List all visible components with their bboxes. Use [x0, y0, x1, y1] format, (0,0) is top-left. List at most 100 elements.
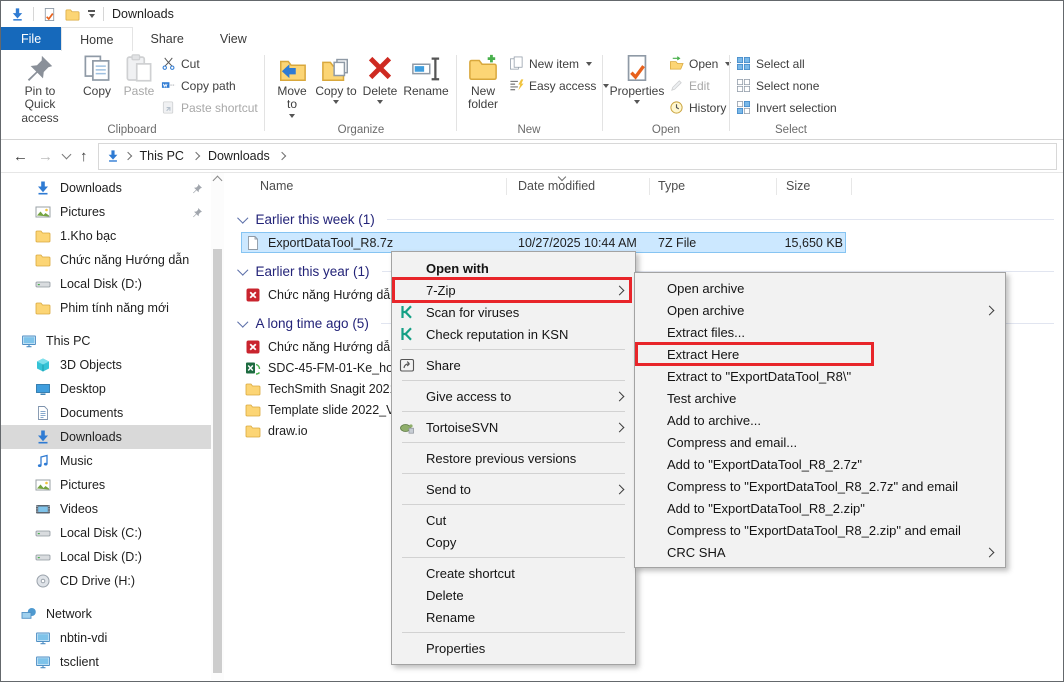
sidebar-item[interactable]: Network — [1, 602, 211, 626]
copy-to-button[interactable]: Copy to — [315, 53, 357, 104]
menu-item[interactable]: Share — [392, 354, 635, 376]
up-button[interactable]: ↑ — [80, 149, 88, 164]
menu-item[interactable]: Open with — [392, 257, 635, 279]
menu-item[interactable]: 7-Zip — [392, 279, 635, 301]
menu-item[interactable]: TortoiseSVN — [392, 416, 635, 438]
properties-button[interactable]: Properties — [609, 53, 665, 104]
menu-item[interactable]: Scan for viruses — [392, 301, 635, 323]
pin-to-quick-access-button[interactable]: Pin to Quick access — [9, 53, 71, 125]
file-row[interactable]: ExportDataTool_R8.7z 10/27/2025 10:44 AM… — [241, 232, 846, 253]
tab-home[interactable]: Home — [61, 27, 132, 51]
tab-share[interactable]: Share — [133, 27, 202, 50]
menu-item[interactable]: Restore previous versions — [392, 447, 635, 469]
menu-item[interactable] — [392, 469, 635, 478]
sidebar-item[interactable]: Phim tính năng mới — [1, 296, 211, 320]
new-folder-quick-access-icon[interactable] — [65, 7, 80, 22]
copy-path-button[interactable]: Copy path — [161, 75, 236, 96]
delete-button[interactable]: Delete — [359, 53, 401, 104]
breadcrumb-item-this-pc[interactable]: This PC — [136, 149, 188, 163]
sidebar-item[interactable]: Chức năng Hướng dẫn — [1, 248, 211, 272]
chevron-down-icon[interactable] — [237, 264, 248, 275]
menu-item[interactable]: Add to "ExportDataTool_R8_2.zip" — [635, 497, 1005, 519]
menu-item[interactable]: Rename — [392, 606, 635, 628]
divider[interactable] — [649, 178, 650, 195]
new-folder-button[interactable]: New folder — [461, 53, 505, 112]
menu-item[interactable] — [392, 376, 635, 385]
sidebar-item[interactable]: tsclient — [1, 650, 211, 674]
divider[interactable] — [506, 178, 507, 195]
open-button[interactable]: Open — [669, 53, 731, 74]
sidebar-scrollbar[interactable] — [211, 173, 224, 680]
menu-item[interactable] — [392, 628, 635, 637]
menu-item[interactable]: Delete — [392, 584, 635, 606]
menu-item[interactable]: Cut — [392, 509, 635, 531]
menu-item[interactable]: Compress to "ExportDataTool_R8_2.7z" and… — [635, 475, 1005, 497]
properties-quick-access-icon[interactable] — [42, 7, 57, 22]
chevron-down-icon[interactable] — [237, 316, 248, 327]
select-none-button[interactable]: Select none — [736, 75, 819, 96]
menu-item[interactable] — [392, 345, 635, 354]
sidebar-item[interactable]: Downloads — [1, 176, 211, 200]
sidebar-item[interactable]: Pictures — [1, 473, 211, 497]
sidebar-item[interactable]: Videos — [1, 497, 211, 521]
sidebar-item[interactable]: Local Disk (D:) — [1, 545, 211, 569]
sidebar-item[interactable]: Desktop — [1, 377, 211, 401]
sidebar-item[interactable]: Pictures — [1, 200, 211, 224]
select-all-button[interactable]: Select all — [736, 53, 805, 74]
breadcrumb[interactable]: This PC Downloads — [98, 143, 1058, 170]
menu-item[interactable]: Open archive — [635, 299, 1005, 321]
menu-item[interactable]: Check reputation in KSN — [392, 323, 635, 345]
forward-button[interactable]: → — [38, 149, 53, 164]
menu-item[interactable]: Give access to — [392, 385, 635, 407]
divider[interactable] — [776, 178, 777, 195]
menu-item[interactable]: Create shortcut — [392, 562, 635, 584]
menu-item[interactable] — [392, 500, 635, 509]
column-header-name[interactable]: Name — [260, 179, 293, 193]
menu-item[interactable]: Add to archive... — [635, 409, 1005, 431]
menu-item[interactable]: Compress and email... — [635, 431, 1005, 453]
menu-item[interactable]: Compress to "ExportDataTool_R8_2.zip" an… — [635, 519, 1005, 541]
easy-access-button[interactable]: Easy access — [509, 75, 609, 96]
column-header-type[interactable]: Type — [658, 179, 685, 193]
menu-item[interactable]: Properties — [392, 637, 635, 659]
chevron-down-icon[interactable] — [237, 212, 248, 223]
invert-selection-button[interactable]: Invert selection — [736, 97, 837, 118]
recent-locations-dropdown-icon[interactable] — [62, 150, 72, 160]
menu-item[interactable]: CRC SHA — [635, 541, 1005, 563]
menu-item[interactable]: Test archive — [635, 387, 1005, 409]
file-group-header[interactable]: Earlier this week (1) — [227, 207, 1062, 231]
sidebar-item[interactable]: nbtin-vdi — [1, 626, 211, 650]
sidebar-item[interactable]: Documents — [1, 401, 211, 425]
tab-file[interactable]: File — [1, 27, 61, 50]
sidebar-item[interactable]: 3D Objects — [1, 353, 211, 377]
menu-item[interactable]: Copy — [392, 531, 635, 553]
sidebar-item[interactable]: Local Disk (C:) — [1, 521, 211, 545]
menu-item[interactable] — [392, 553, 635, 562]
menu-item[interactable]: Send to — [392, 478, 635, 500]
history-button[interactable]: History — [669, 97, 726, 118]
column-header-date-modified[interactable]: Date modified — [518, 179, 595, 193]
menu-item[interactable]: Extract Here — [635, 343, 1005, 365]
sidebar-item[interactable]: This PC — [1, 329, 211, 353]
rename-button[interactable]: Rename — [401, 53, 451, 98]
menu-item[interactable]: Extract to "ExportDataTool_R8\" — [635, 365, 1005, 387]
cut-button[interactable]: Cut — [161, 53, 200, 74]
customize-quick-access-toolbar-icon[interactable] — [88, 10, 95, 18]
breadcrumb-item-downloads[interactable]: Downloads — [204, 149, 274, 163]
sidebar-item[interactable]: Local Disk (D:) — [1, 272, 211, 296]
paste-shortcut-button[interactable]: Paste shortcut — [161, 97, 258, 118]
back-button[interactable]: ← — [13, 149, 28, 164]
tab-view[interactable]: View — [202, 27, 265, 50]
menu-item[interactable]: Extract files... — [635, 321, 1005, 343]
move-to-button[interactable]: Move to — [271, 53, 313, 118]
copy-button[interactable]: Copy — [77, 53, 117, 98]
column-header-size[interactable]: Size — [786, 179, 810, 193]
menu-item[interactable]: Open archive — [635, 277, 1005, 299]
edit-button[interactable]: Edit — [669, 75, 710, 96]
sidebar-item[interactable]: Music — [1, 449, 211, 473]
sidebar-item[interactable]: CD Drive (H:) — [1, 569, 211, 593]
scrollbar-thumb[interactable] — [213, 249, 222, 673]
new-item-button[interactable]: New item — [509, 53, 592, 74]
menu-item[interactable] — [392, 407, 635, 416]
sidebar-item[interactable]: Downloads — [1, 425, 211, 449]
